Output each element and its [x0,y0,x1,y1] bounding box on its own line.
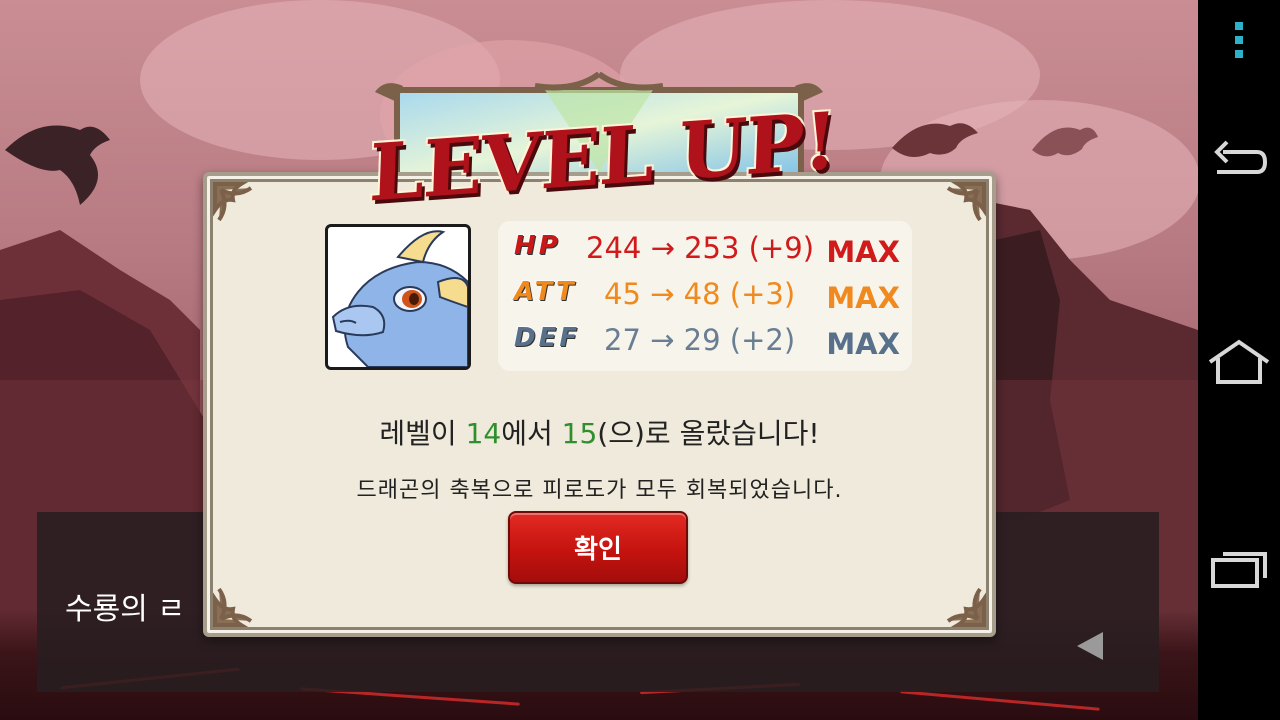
level-message-suffix: (으)로 올랐습니다! [597,417,820,450]
level-up-popup: LEVEL UP! HP 244 → 253 (+9) MAX ATT 45 →… [203,72,996,637]
stat-row-hp: HP 244 → 253 (+9) MAX [498,225,912,269]
stat-label-att: ATT [513,276,577,308]
dialogue-text: 수룡의 ㄹ [65,592,185,627]
dragon-portrait [325,224,471,370]
stat-values-att: 45 → 48 (+3) [604,277,796,311]
dragon-head-icon [331,230,468,367]
dialogue-next-arrow-icon[interactable] [1077,632,1103,660]
to-level: 15 [561,417,598,450]
stat-label-hp: HP [513,230,561,262]
ornament-corner-icon [946,182,986,222]
confirm-button[interactable]: 확인 [508,511,688,584]
flying-dragon-silhouette [892,123,978,157]
recents-icon[interactable] [1198,534,1280,598]
android-nav-bar [1198,0,1280,720]
stat-max-def: MAX [826,327,900,361]
stat-max-att: MAX [826,281,900,315]
stats-panel: HP 244 → 253 (+9) MAX ATT 45 → 48 (+3) M… [498,221,912,371]
from-level: 14 [465,417,502,450]
back-icon[interactable] [1198,128,1280,192]
level-message-middle: 에서 [501,417,562,450]
flying-dragon-silhouette [1032,127,1098,157]
recovery-message: 드래곤의 축복으로 피로도가 모두 회복되었습니다. [356,478,843,503]
ornament-corner-icon [213,182,253,222]
level-change-message: 레벨이 14에서 15(으)로 올랐습니다! [203,412,996,452]
home-icon[interactable] [1198,330,1280,394]
stat-max-hp: MAX [826,235,900,269]
stat-row-att: ATT 45 → 48 (+3) MAX [498,271,912,315]
flying-dragon-silhouette [5,125,110,205]
stat-values-hp: 244 → 253 (+9) [586,231,815,265]
ornament-corner-icon [946,587,986,627]
ornament-corner-icon [213,587,253,627]
stat-row-def: DEF 27 → 29 (+2) MAX [498,317,912,361]
menu-dots-icon[interactable] [1198,18,1280,62]
stat-values-def: 27 → 29 (+2) [604,323,796,357]
level-message-prefix: 레벨이 [379,417,466,450]
stat-label-def: DEF [513,322,581,354]
